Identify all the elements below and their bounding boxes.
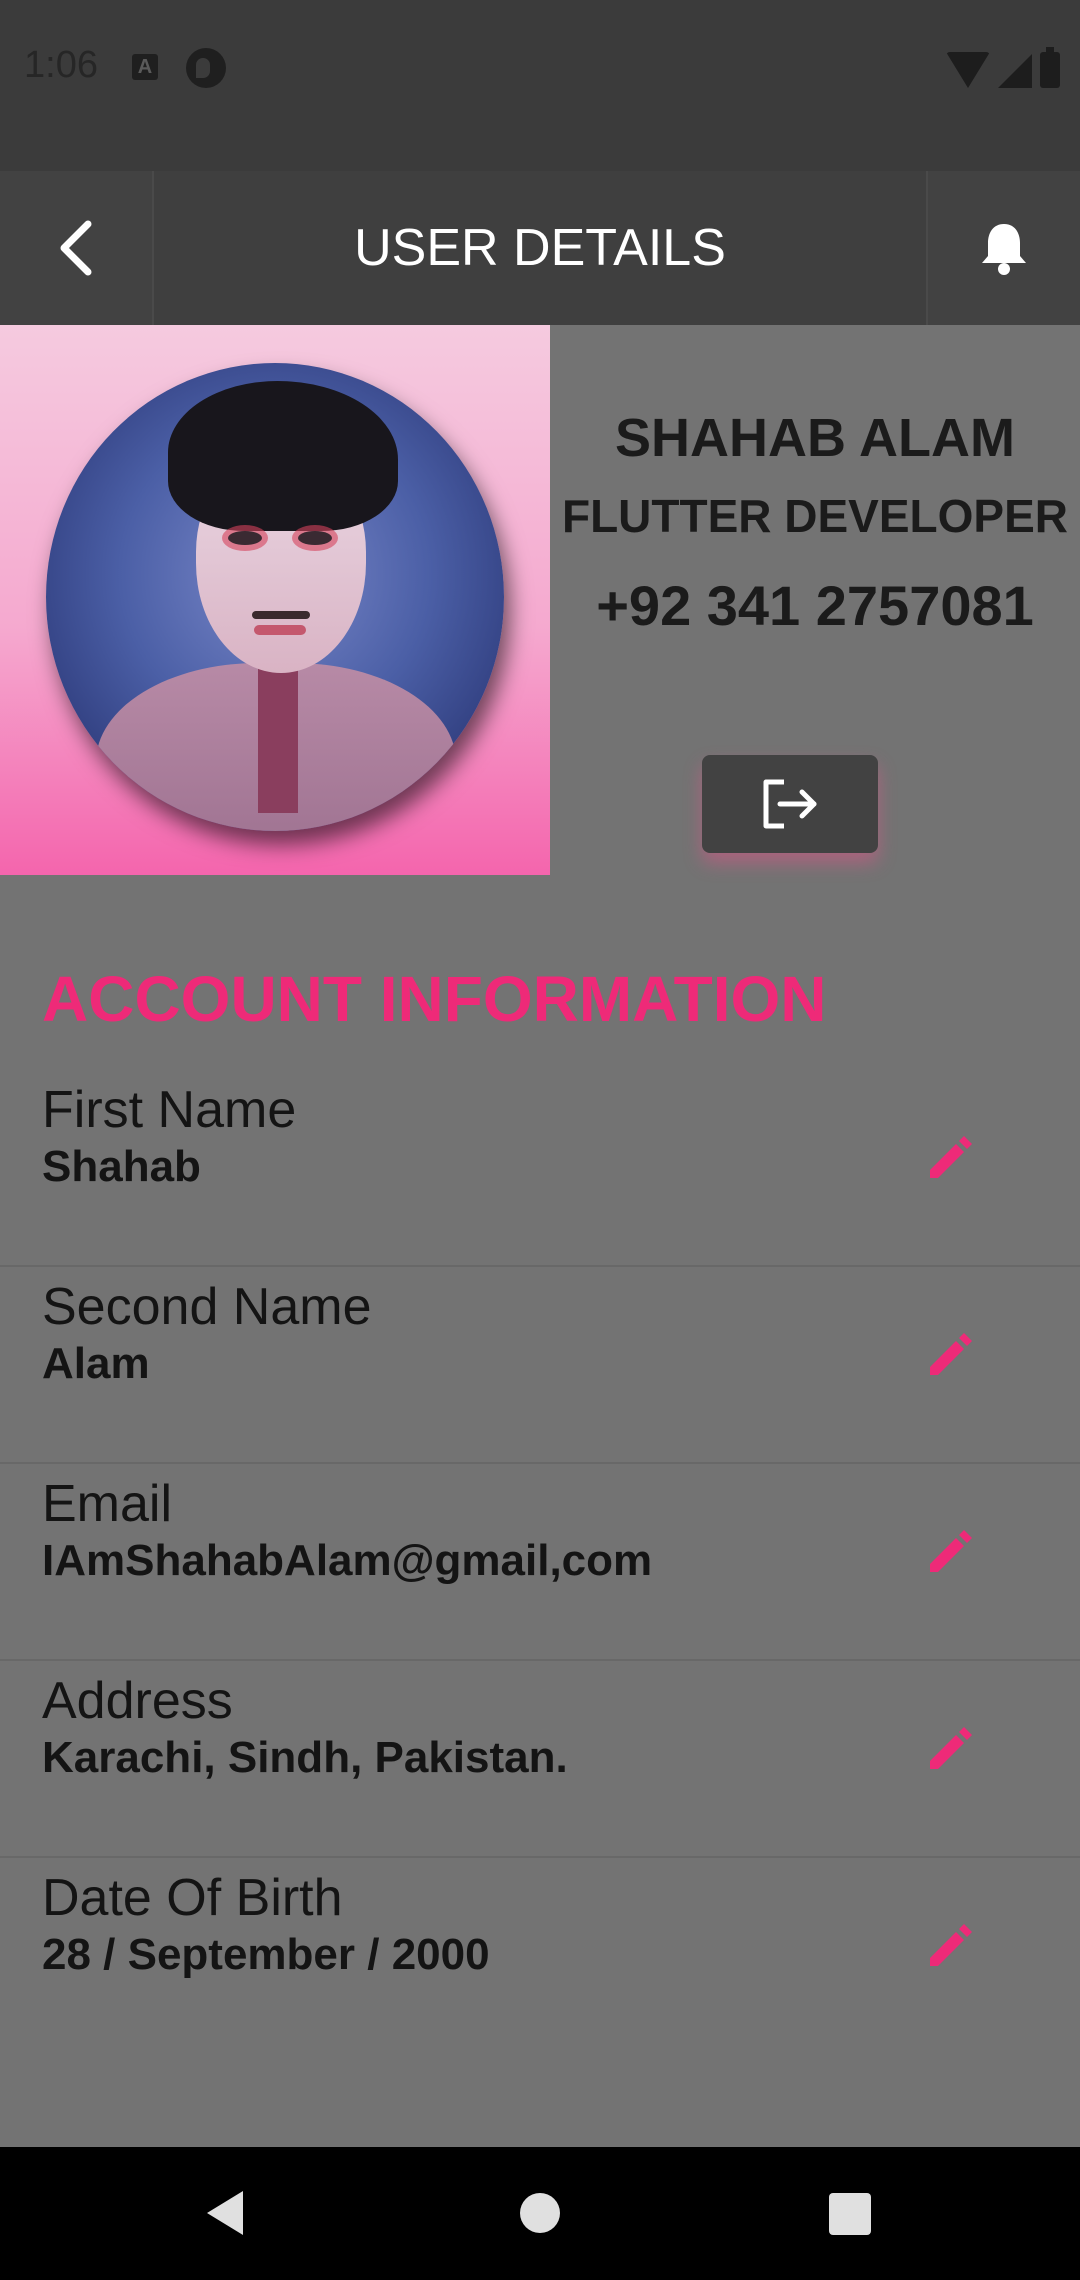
info-value: Shahab bbox=[42, 1142, 201, 1191]
page-title: USER DETAILS bbox=[354, 219, 726, 277]
nav-back-icon[interactable] bbox=[205, 2189, 245, 2237]
edit-address-button[interactable] bbox=[900, 1699, 1000, 1799]
info-value: IAmShahabAlam@gmail,com bbox=[42, 1536, 653, 1585]
edit-email-button[interactable] bbox=[900, 1502, 1000, 1602]
wifi-icon bbox=[946, 52, 990, 88]
chevron-left-icon bbox=[60, 220, 92, 276]
info-row-second-name: Second Name Alam bbox=[0, 1267, 1080, 1464]
status-bar: 1:06 A bbox=[0, 0, 1080, 171]
info-label: Date Of Birth bbox=[42, 1869, 343, 1927]
edit-date-of-birth-button[interactable] bbox=[900, 1896, 1000, 1996]
back-button[interactable] bbox=[0, 171, 154, 325]
edit-first-name-button[interactable] bbox=[900, 1108, 1000, 1208]
profile-role: FLUTTER DEVELOPER bbox=[561, 490, 1069, 542]
bell-icon bbox=[982, 224, 1026, 275]
signal-icon bbox=[998, 54, 1032, 88]
info-label: First Name bbox=[42, 1081, 297, 1139]
pencil-icon bbox=[930, 1333, 972, 1375]
profile-info: SHAHAB ALAM FLUTTER DEVELOPER +92 341 27… bbox=[550, 325, 1080, 875]
battery-icon bbox=[1040, 47, 1060, 88]
a-icon: A bbox=[132, 54, 158, 80]
notifications-button[interactable] bbox=[926, 171, 1080, 325]
info-value: Alam bbox=[42, 1339, 150, 1388]
section-title-account-information: ACCOUNT INFORMATION bbox=[42, 963, 827, 1035]
info-row-date-of-birth: Date Of Birth 28 / September / 2000 bbox=[0, 1858, 1080, 2055]
user-details-screen: 1:06 A USER DETAILS SHAHAB ALAM FLUTTER … bbox=[0, 0, 1080, 2280]
nav-home-icon[interactable] bbox=[520, 2193, 560, 2233]
info-label: Second Name bbox=[42, 1278, 372, 1336]
profile-image-panel bbox=[0, 325, 550, 875]
info-label: Address bbox=[42, 1672, 233, 1730]
profile-phone: +92 341 2757081 bbox=[596, 574, 1034, 637]
pencil-icon bbox=[930, 1530, 972, 1572]
pocket-casts-icon bbox=[186, 48, 226, 88]
account-info-list: First Name Shahab Second Name Alam Email… bbox=[0, 1070, 1080, 2055]
info-row-email: Email IAmShahabAlam@gmail,com bbox=[0, 1464, 1080, 1661]
info-label: Email bbox=[42, 1475, 173, 1533]
edit-second-name-button[interactable] bbox=[900, 1305, 1000, 1405]
pencil-icon bbox=[930, 1727, 972, 1769]
system-icons bbox=[946, 47, 1060, 88]
nav-recents-icon[interactable] bbox=[829, 2193, 871, 2235]
info-row-first-name: First Name Shahab bbox=[0, 1070, 1080, 1267]
info-row-address: Address Karachi, Sindh, Pakistan. bbox=[0, 1661, 1080, 1858]
pencil-icon bbox=[930, 1924, 972, 1966]
avatar[interactable] bbox=[46, 363, 504, 831]
app-bar: USER DETAILS bbox=[0, 171, 1080, 325]
info-value: Karachi, Sindh, Pakistan. bbox=[42, 1733, 568, 1782]
info-value: 28 / September / 2000 bbox=[42, 1930, 490, 1979]
logout-button[interactable] bbox=[702, 755, 878, 853]
status-time: 1:06 bbox=[24, 44, 98, 86]
logout-icon bbox=[763, 779, 817, 829]
system-nav-bar bbox=[0, 2147, 1080, 2280]
profile-name: SHAHAB ALAM bbox=[615, 408, 1015, 468]
pencil-icon bbox=[930, 1136, 972, 1178]
